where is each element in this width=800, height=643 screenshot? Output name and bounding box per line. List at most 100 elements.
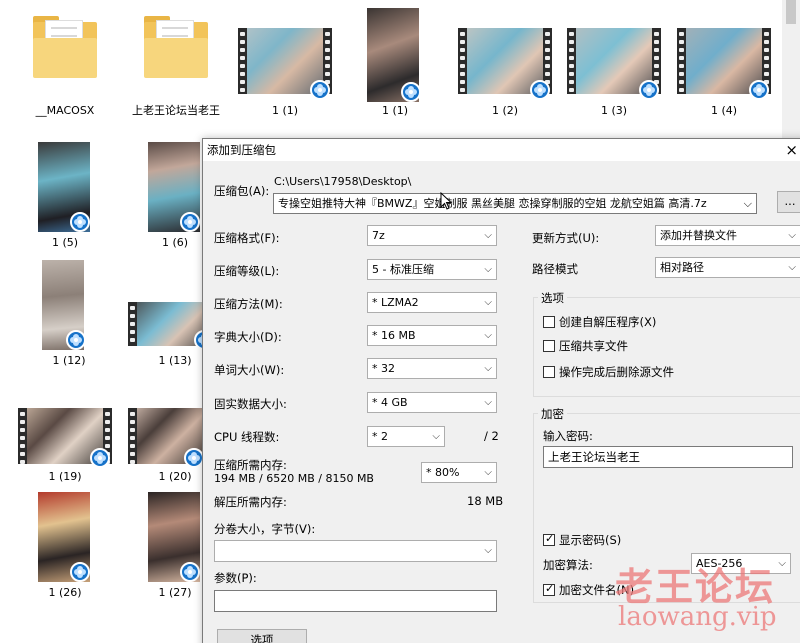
level-select[interactable]: 5 - 标准压缩 ⌵ [367,259,497,280]
video-file[interactable]: 1 (1) [238,28,332,120]
level-value: 5 - 标准压缩 [372,263,434,276]
solid-select[interactable]: * 4 GB ⌵ [367,392,497,413]
level-label: 压缩等级(L): [214,264,280,278]
video-thumbnail [128,408,208,468]
video-thumbnail [367,8,421,102]
video-thumbnail [238,28,332,100]
video-file[interactable]: 1 (2) [458,28,552,120]
volume-combo[interactable]: ⌵ [214,540,497,562]
dict-label: 字典大小(D): [214,330,282,344]
word-select[interactable]: * 32 ⌵ [367,358,497,379]
cpu-value: * 2 [372,430,388,443]
folder-macosx[interactable]: __MACOSX [25,14,105,124]
media-player-icon [70,212,90,232]
password-label: 输入密码: [543,429,593,443]
password-input[interactable]: 上老王论坛当老王 [543,446,793,468]
sfx-checkbox[interactable]: 创建自解压程序(X) [543,315,656,329]
video-thumbnail [42,260,86,350]
media-player-icon [70,562,90,582]
video-file[interactable]: 1 (4) [677,28,771,120]
update-label: 更新方式(U): [532,231,600,245]
chevron-down-icon: ⌵ [484,467,492,478]
file-label: 1 (1) [271,104,299,117]
file-label: 1 (19) [48,470,82,483]
format-label: 压缩格式(F): [214,231,280,245]
archive-name-value: 专操空姐推特大神『BMWZ』空姐制服 黑丝美腿 恋操穿制服的空姐 龙航空姐篇 高… [278,197,707,210]
video-file[interactable]: 1 (27) [140,492,210,604]
path-select[interactable]: 相对路径 ⌵ [655,257,800,278]
media-player-icon [401,82,421,102]
chevron-down-icon: ⌵ [484,397,492,408]
media-player-icon [66,330,86,350]
method-select[interactable]: * LZMA2 ⌵ [367,292,497,313]
video-file[interactable]: 1 (26) [30,492,100,604]
method-value: * LZMA2 [372,296,419,309]
file-label: 1 (3) [600,104,628,117]
file-label: 1 (26) [48,586,82,599]
file-label: 1 (12) [52,354,86,367]
mouse-cursor-icon [440,192,452,210]
dialog-title: 添加到压缩包 [207,143,276,157]
video-thumbnail [18,408,112,468]
volume-label: 分卷大小，字节(V): [214,522,316,536]
file-label: 1 (4) [710,104,738,117]
explorer-scrollbar[interactable] [782,0,800,145]
chevron-down-icon: ⌵ [788,262,796,273]
mem-select[interactable]: * 80% ⌵ [421,462,497,483]
archive-name-combo[interactable]: 专操空姐推特大神『BMWZ』空姐制服 黑丝美腿 恋操穿制服的空姐 龙航空姐篇 高… [273,193,757,214]
method-label: 压缩方法(M): [214,297,283,311]
shared-checkbox[interactable]: 压缩共享文件 [543,339,628,353]
video-file[interactable]: 1 (3) [567,28,661,120]
checkbox-checked [543,532,555,546]
video-file[interactable]: 1 (1) [365,8,425,120]
word-label: 单词大小(W): [214,363,285,377]
folder-laowang[interactable]: 上老王论坛当老王 [130,14,222,134]
media-player-icon [749,80,769,100]
chevron-down-icon: ⌵ [484,264,492,275]
checkbox-unchecked [543,366,555,378]
mem-detail: 194 MB / 6520 MB / 8150 MB [214,472,374,485]
options-group-label: 选项 [538,290,567,306]
format-value: 7z [372,229,385,242]
media-player-icon [184,448,204,468]
video-thumbnail [677,28,771,100]
cpu-label: CPU 线程数: [214,430,280,444]
show-password-checkbox[interactable]: 显示密码(S) [543,532,621,547]
media-player-icon [180,562,200,582]
folder-label: 上老王论坛当老王 [132,104,220,117]
chevron-down-icon: ⌵ [484,230,492,241]
cpu-select[interactable]: * 2 ⌵ [367,426,445,447]
video-file[interactable]: 1 (12) [34,260,104,370]
checkbox-unchecked [543,340,555,352]
options-button[interactable]: 选项 [217,629,307,643]
dict-value: * 16 MB [372,329,416,342]
params-input[interactable] [214,590,497,612]
file-label: 1 (27) [158,586,192,599]
close-icon[interactable]: × [785,139,798,161]
file-label: 1 (2) [491,104,519,117]
folder-icon [33,16,97,80]
watermark-url: laowang.vip [618,602,777,632]
chevron-down-icon: ⌵ [484,363,492,374]
video-file[interactable]: 1 (5) [30,142,100,252]
video-file[interactable]: 1 (6) [140,142,210,252]
dict-select[interactable]: * 16 MB ⌵ [367,325,497,346]
media-player-icon [90,448,110,468]
browse-button[interactable]: ... [777,191,800,213]
delete-checkbox[interactable]: 操作完成后删除源文件 [543,365,674,379]
word-value: * 32 [372,362,395,375]
encrypt-group-label: 加密 [538,406,567,422]
chevron-down-icon: ⌵ [484,545,492,556]
chevron-down-icon: ⌵ [432,431,440,442]
video-thumbnail [38,142,90,232]
chevron-down-icon: ⌵ [788,230,796,241]
solid-label: 固实数据大小: [214,397,287,411]
update-select[interactable]: 添加并替换文件 ⌵ [655,225,800,246]
media-player-icon [180,212,200,232]
decomp-label: 解压所需内存: [214,495,287,509]
format-select[interactable]: 7z ⌵ [367,225,497,246]
archive-label: 压缩包(A): [214,184,270,198]
video-file[interactable]: 1 (19) [18,408,112,488]
video-thumbnail [38,492,90,582]
solid-value: * 4 GB [372,396,408,409]
